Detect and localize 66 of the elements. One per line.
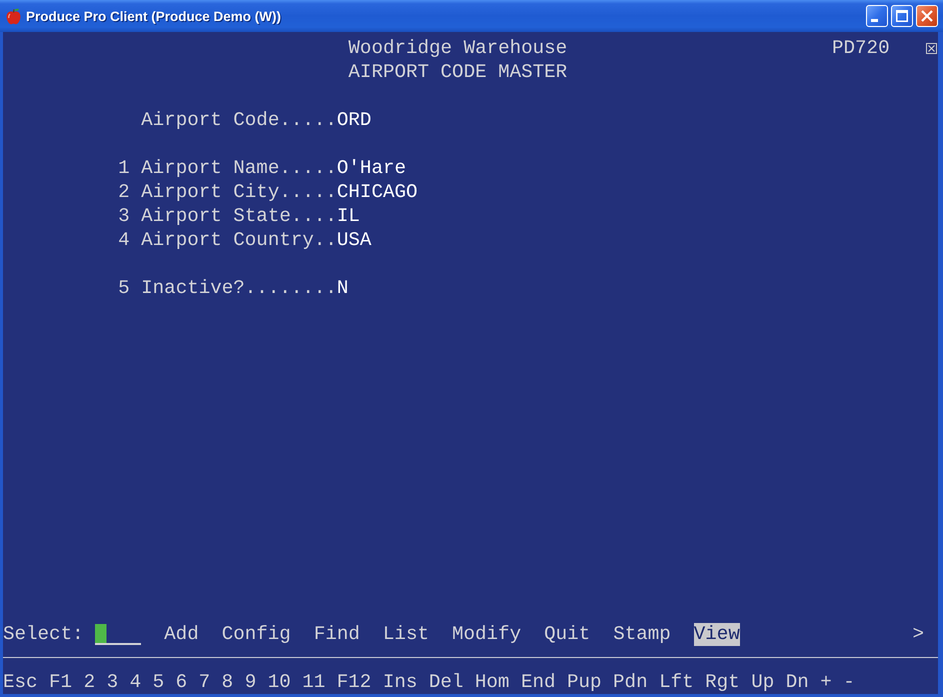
field-value: ORD (336, 108, 372, 132)
field-value: N (336, 276, 348, 300)
menu-option[interactable]: Stamp (613, 622, 671, 646)
screen-title: AIRPORT CODE MASTER (348, 60, 568, 84)
more-button[interactable]: > (912, 622, 924, 646)
function-key[interactable]: 4 (130, 670, 142, 694)
select-field[interactable] (95, 624, 142, 644)
function-key[interactable]: Rgt (705, 670, 740, 694)
function-key[interactable]: Pup (567, 670, 602, 694)
field-label: Airport Code..... (141, 108, 337, 132)
field-value: USA (336, 228, 372, 252)
menu-option[interactable]: Quit (544, 622, 590, 646)
cursor-icon (95, 624, 107, 642)
function-key[interactable]: F1 (49, 670, 72, 694)
function-key[interactable]: F12 (336, 670, 372, 694)
function-key[interactable]: - (843, 670, 855, 694)
menu-option[interactable]: Add (164, 622, 199, 646)
function-key[interactable]: 5 (152, 670, 164, 694)
field-label: Airport City..... (141, 180, 337, 204)
field-value: CHICAGO (336, 180, 418, 204)
function-key[interactable]: Lft (659, 670, 694, 694)
menu-option[interactable]: Modify (452, 622, 522, 646)
field-number: 4 (118, 229, 130, 251)
field-number: 3 (118, 205, 130, 227)
close-icon (921, 10, 933, 22)
minimize-button[interactable] (866, 5, 888, 27)
window-title: Produce Pro Client (Produce Demo (W)) (26, 8, 282, 24)
menu-option[interactable]: View (694, 622, 740, 646)
close-box-icon[interactable] (926, 42, 937, 54)
maximize-button[interactable] (891, 5, 913, 27)
function-key[interactable]: 9 (244, 670, 256, 694)
program-id: PD720 (832, 36, 890, 60)
field-value: IL (336, 204, 360, 228)
field-label: Airport Name..... (141, 156, 337, 180)
field-number: 1 (118, 157, 130, 179)
function-key[interactable]: + (820, 670, 832, 694)
function-key[interactable]: Hom (474, 670, 510, 694)
function-key[interactable]: Up (751, 670, 774, 694)
function-key[interactable]: 7 (198, 670, 210, 694)
field-number: 2 (118, 181, 130, 203)
function-key[interactable]: Dn (786, 670, 809, 694)
function-key[interactable]: Esc (3, 670, 38, 694)
close-button[interactable] (916, 5, 938, 27)
function-key[interactable]: 8 (222, 670, 234, 694)
minimize-icon (871, 18, 878, 22)
menu-option[interactable]: Config (222, 622, 291, 646)
menu-option[interactable]: List (382, 622, 429, 646)
field-label: Airport Country.. (141, 228, 337, 252)
maximize-icon (896, 10, 908, 22)
function-key[interactable]: Ins (382, 670, 418, 694)
company-name: Woodridge Warehouse (348, 36, 568, 60)
select-label: Select: (3, 622, 84, 646)
apple-icon (5, 8, 22, 24)
field-label: Inactive?........ (141, 276, 337, 300)
function-key[interactable]: 10 (268, 670, 291, 694)
function-key[interactable]: 2 (84, 670, 96, 694)
field-number: 5 (118, 277, 130, 299)
function-key[interactable]: Pdn (613, 670, 648, 694)
field-label: Airport State.... (141, 204, 337, 228)
menu-option[interactable]: Find (314, 622, 360, 646)
field-value: O'Hare (336, 156, 406, 180)
function-key[interactable]: 3 (106, 670, 118, 694)
function-key[interactable]: 6 (176, 670, 188, 694)
function-key[interactable]: End (520, 670, 556, 694)
function-key[interactable]: 11 (302, 670, 326, 694)
function-key[interactable]: Del (428, 670, 464, 694)
